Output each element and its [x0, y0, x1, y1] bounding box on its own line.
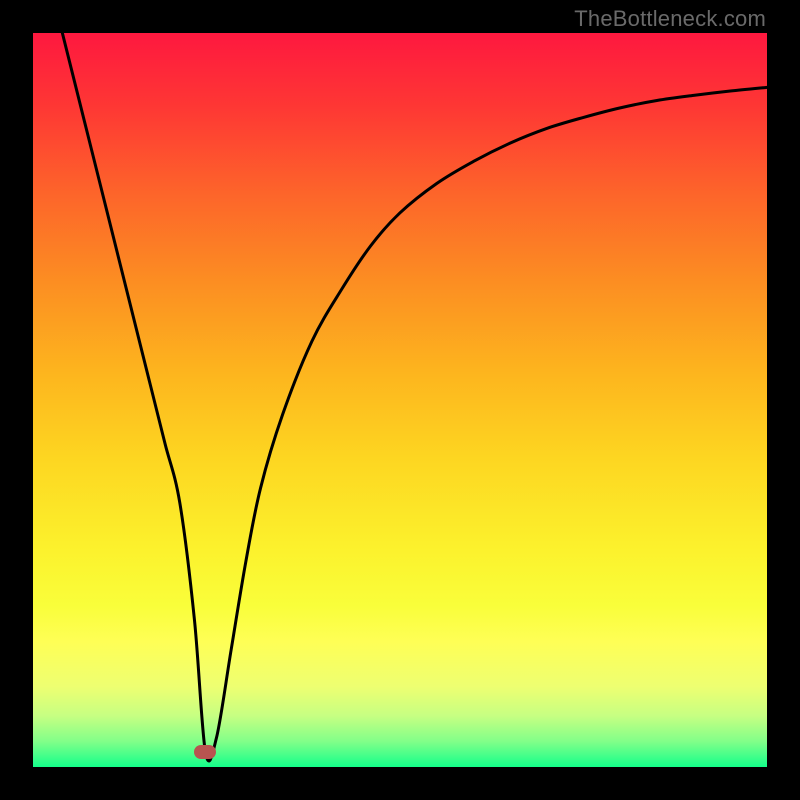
watermark-text: TheBottleneck.com — [574, 6, 766, 32]
plot-area — [33, 33, 767, 767]
optimal-marker — [194, 745, 216, 759]
bottleneck-curve — [62, 33, 767, 761]
chart-frame: TheBottleneck.com — [0, 0, 800, 800]
curve-layer — [33, 33, 767, 767]
